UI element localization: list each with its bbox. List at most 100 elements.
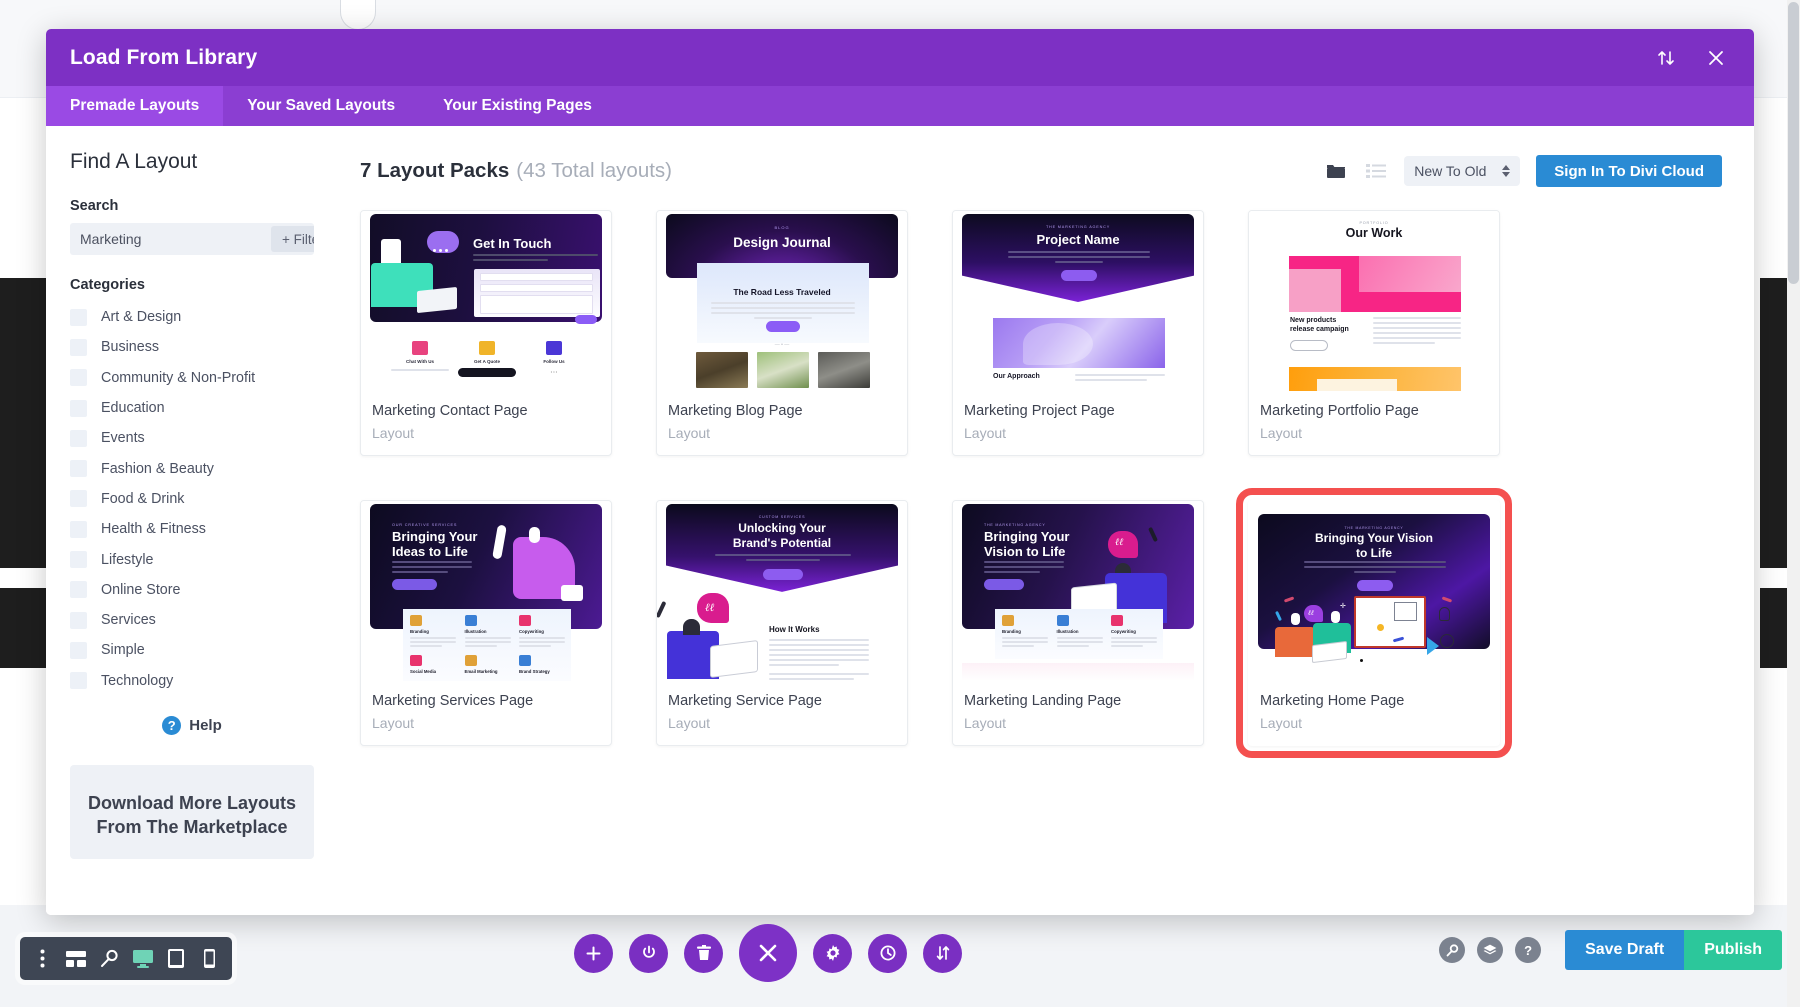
- layout-card-title: Marketing Blog Page: [668, 403, 803, 419]
- close-menu-button[interactable]: [739, 924, 797, 982]
- category-label: Food & Drink: [101, 490, 185, 507]
- layout-card-title: Marketing Project Page: [964, 403, 1115, 419]
- wireframe-view-icon[interactable]: [64, 947, 88, 971]
- layout-card-marketing-landing-page[interactable]: THE MARKETING AGENCY Bringing Your Vision…: [952, 499, 1204, 746]
- load-from-library-modal: Load From Library Premade Layouts Your S…: [46, 29, 1754, 915]
- category-item-business[interactable]: Business: [70, 332, 314, 362]
- layout-card-title: Marketing Services Page: [372, 692, 534, 709]
- layout-card-subtitle: Layout: [1260, 424, 1303, 441]
- layout-card-marketing-portfolio-page[interactable]: PORTFOLIO Our Work New products release c…: [1248, 210, 1500, 456]
- category-label: Online Store: [101, 581, 181, 598]
- history-button[interactable]: [868, 933, 907, 973]
- checkbox-icon[interactable]: [70, 520, 87, 538]
- category-item-community-non-profit[interactable]: Community & Non-Profit: [70, 363, 314, 393]
- search-box: + Filter: [70, 223, 314, 255]
- layout-card-subtitle: Layout: [1260, 714, 1303, 731]
- more-options-icon[interactable]: [31, 947, 55, 971]
- layout-cards-grid: Get In Touch Chat With Us Get A Quote Fo…: [360, 210, 1722, 758]
- question-mark-icon: ?: [162, 715, 182, 735]
- checkbox-icon[interactable]: [70, 460, 87, 478]
- category-item-services[interactable]: Services: [70, 605, 314, 635]
- category-label: Fashion & Beauty: [101, 460, 214, 477]
- layout-thumbnail: PORTFOLIO Our Work New products release c…: [1249, 211, 1499, 391]
- search-input[interactable]: [70, 223, 271, 255]
- trash-button[interactable]: [684, 933, 723, 973]
- checkbox-icon[interactable]: [70, 581, 87, 599]
- layout-card-title: Marketing Service Page: [668, 692, 822, 709]
- category-item-health-fitness[interactable]: Health & Fitness: [70, 514, 314, 544]
- builder-view-toolbar: [20, 937, 232, 980]
- checkbox-icon[interactable]: [70, 338, 87, 356]
- category-item-art-design[interactable]: Art & Design: [70, 302, 314, 332]
- modal-title: Load From Library: [70, 45, 258, 69]
- layout-card-marketing-services-page[interactable]: OUR CREATIVE SERVICES Bringing Your Ideas…: [360, 499, 612, 746]
- checkbox-icon[interactable]: [70, 429, 87, 447]
- layout-card-title: Marketing Landing Page: [964, 692, 1122, 709]
- add-section-button[interactable]: [574, 933, 613, 973]
- search-icon[interactable]: [1439, 937, 1466, 963]
- packs-total: (43 Total layouts): [516, 159, 672, 182]
- help-icon[interactable]: ?: [1515, 937, 1542, 963]
- layout-card-title: Marketing Contact Page: [372, 403, 528, 419]
- category-item-lifestyle[interactable]: Lifestyle: [70, 544, 314, 574]
- checkbox-icon[interactable]: [70, 672, 87, 690]
- category-item-simple[interactable]: Simple: [70, 635, 314, 665]
- list-view-icon[interactable]: [1364, 160, 1388, 182]
- save-draft-button[interactable]: Save Draft: [1565, 930, 1685, 970]
- settings-button[interactable]: [813, 933, 852, 973]
- sidebar: Find A Layout Search + Filter Categories…: [46, 126, 338, 915]
- layouts-panel: 7 Layout Packs (43 Total layouts) New To…: [338, 126, 1754, 915]
- download-more-layouts-card[interactable]: Download More Layouts From The Marketpla…: [70, 764, 314, 860]
- checkbox-icon[interactable]: [70, 490, 87, 508]
- folder-view-icon[interactable]: [1324, 160, 1348, 182]
- layout-card-meta: Marketing Project Page Layout: [953, 391, 1203, 455]
- checkbox-icon[interactable]: [70, 369, 87, 387]
- layout-card-title: Marketing Portfolio Page: [1260, 403, 1419, 419]
- layout-thumbnail: OUR CREATIVE SERVICES Bringing Your Ideas…: [361, 500, 611, 681]
- tab-your-saved-layouts[interactable]: Your Saved Layouts: [223, 86, 419, 126]
- help-link[interactable]: ? Help: [70, 715, 314, 735]
- layout-card-marketing-project-page[interactable]: THE MARKETING AGENCY Project Name Our Ap…: [952, 210, 1204, 456]
- phone-view-icon[interactable]: [197, 947, 221, 971]
- close-icon[interactable]: [1704, 46, 1728, 70]
- category-label: Lifestyle: [101, 551, 154, 568]
- category-label: Community & Non-Profit: [101, 369, 256, 386]
- toggle-builder-button[interactable]: [629, 933, 668, 973]
- layout-card-subtitle: Layout: [964, 424, 1007, 441]
- category-label: Health & Fitness: [101, 521, 206, 538]
- modal-tab-bar: Premade Layouts Your Saved Layouts Your …: [46, 86, 1754, 126]
- layout-card-marketing-contact-page[interactable]: Get In Touch Chat With Us Get A Quote Fo…: [360, 210, 612, 456]
- desktop-view-icon[interactable]: [131, 947, 155, 971]
- checkbox-icon[interactable]: [70, 611, 87, 629]
- category-item-food-drink[interactable]: Food & Drink: [70, 484, 314, 514]
- tab-your-existing-pages[interactable]: Your Existing Pages: [419, 86, 616, 126]
- portability-button[interactable]: [923, 933, 962, 973]
- tab-premade-layouts[interactable]: Premade Layouts: [46, 86, 224, 126]
- tablet-view-icon[interactable]: [164, 947, 188, 971]
- checkbox-icon[interactable]: [70, 551, 87, 569]
- help-label: Help: [189, 716, 222, 734]
- category-item-education[interactable]: Education: [70, 393, 314, 423]
- checkbox-icon[interactable]: [70, 641, 87, 659]
- layout-card-marketing-home-page[interactable]: THE MARKETING AGENCY Bringing Your Visio…: [1236, 487, 1512, 758]
- filter-button[interactable]: + Filter: [271, 226, 314, 252]
- category-item-events[interactable]: Events: [70, 423, 314, 453]
- save-publish-group: Save Draft Publish: [1565, 930, 1782, 970]
- sort-select[interactable]: New To Old: [1404, 156, 1521, 186]
- zoom-out-view-icon[interactable]: [97, 947, 121, 971]
- checkbox-icon[interactable]: [70, 308, 87, 326]
- category-item-technology[interactable]: Technology: [70, 666, 314, 696]
- layout-thumbnail: CUSTOM SERVICES Unlocking Your Brand's Po…: [657, 500, 907, 681]
- scrollbar-thumb[interactable]: [1788, 2, 1799, 284]
- category-item-online-store[interactable]: Online Store: [70, 575, 314, 605]
- sort-toggle-icon[interactable]: [1654, 46, 1678, 70]
- search-label: Search: [70, 198, 119, 214]
- checkbox-icon[interactable]: [70, 399, 87, 417]
- layout-card-marketing-blog-page[interactable]: Design Journal BLOG The Road Less Travel…: [656, 210, 908, 456]
- publish-button[interactable]: Publish: [1684, 930, 1782, 970]
- page-scrollbar[interactable]: [1787, 0, 1800, 1007]
- layout-card-marketing-service-page[interactable]: CUSTOM SERVICES Unlocking Your Brand's Po…: [656, 499, 908, 746]
- sign-in-to-divi-cloud-button[interactable]: Sign In To Divi Cloud: [1536, 155, 1722, 187]
- layers-icon[interactable]: [1477, 937, 1504, 963]
- category-item-fashion-beauty[interactable]: Fashion & Beauty: [70, 453, 314, 483]
